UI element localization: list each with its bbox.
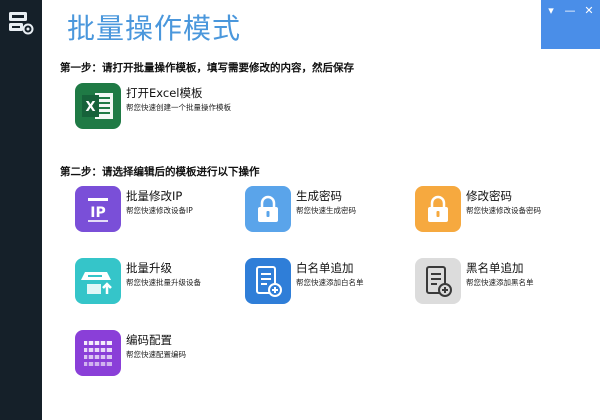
tile-description: 帮您快速配置编码: [126, 350, 186, 359]
tile-title: 黑名单追加: [466, 261, 524, 275]
lock-icon: [415, 186, 461, 232]
batch-modify-ip-button[interactable]: IP 批量修改IP 帮您快速修改设备IP: [75, 186, 235, 236]
open-excel-template-button[interactable]: X 打开Excel模板 帮您快速创建一个批量操作模板: [75, 83, 235, 133]
change-password-button[interactable]: 修改密码 帮您快速修改设备密码: [415, 186, 575, 236]
menu-dropdown-button[interactable]: ▾: [544, 4, 558, 18]
tile-title: 编码配置: [126, 333, 172, 347]
upgrade-icon: [75, 258, 121, 304]
step2-instruction: 第二步：请选择编辑后的模板进行以下操作: [60, 166, 260, 178]
tile-title: 批量修改IP: [126, 189, 183, 203]
tile-title: 批量升级: [126, 261, 172, 275]
tile-description: 帮您快速修改设备密码: [466, 206, 541, 215]
blacklist-append-button[interactable]: 黑名单追加 帮您快速添加黑名单: [415, 258, 575, 308]
tile-description: 帮您快速生成密码: [296, 206, 356, 215]
tile-title: 修改密码: [466, 189, 512, 203]
tile-title: 生成密码: [296, 189, 342, 203]
minimize-button[interactable]: —: [563, 4, 577, 18]
tile-description: 帮您快速添加白名单: [296, 278, 364, 287]
generate-password-button[interactable]: 生成密码 帮您快速生成密码: [245, 186, 405, 236]
svg-text:X: X: [85, 100, 95, 115]
step1-instruction: 第一步：请打开批量操作模板，填写需要修改的内容，然后保存: [60, 62, 354, 74]
list-add-icon: [245, 258, 291, 304]
tile-title: 白名单追加: [296, 261, 354, 275]
tile-title: 打开Excel模板: [126, 86, 203, 100]
lock-icon: [245, 186, 291, 232]
tile-description: 帮您快速修改设备IP: [126, 206, 193, 215]
excel-icon: X: [75, 83, 121, 129]
tile-description: 帮您快速创建一个批量操作模板: [126, 103, 231, 112]
tile-description: 帮您快速添加黑名单: [466, 278, 534, 287]
tile-description: 帮您快速批量升级设备: [126, 278, 201, 287]
whitelist-append-button[interactable]: 白名单追加 帮您快速添加白名单: [245, 258, 405, 308]
app-logo-icon: [9, 12, 34, 35]
encoding-config-button[interactable]: 编码配置 帮您快速配置编码: [75, 330, 235, 380]
page-title: 批量操作模式: [67, 12, 242, 45]
sidebar: [0, 0, 42, 420]
keyboard-icon: [75, 330, 121, 376]
list-add-icon: [415, 258, 461, 304]
close-button[interactable]: ✕: [582, 4, 596, 18]
window-controls: ▾ — ✕: [541, 0, 600, 49]
batch-upgrade-button[interactable]: 批量升级 帮您快速批量升级设备: [75, 258, 235, 308]
svg-text:IP: IP: [90, 205, 105, 221]
batch-operation-window: ▾ — ✕ 批量操作模式 第一步：请打开批量操作模板，填写需要修改的内容，然后保…: [0, 0, 600, 420]
ip-icon: IP: [75, 186, 121, 232]
